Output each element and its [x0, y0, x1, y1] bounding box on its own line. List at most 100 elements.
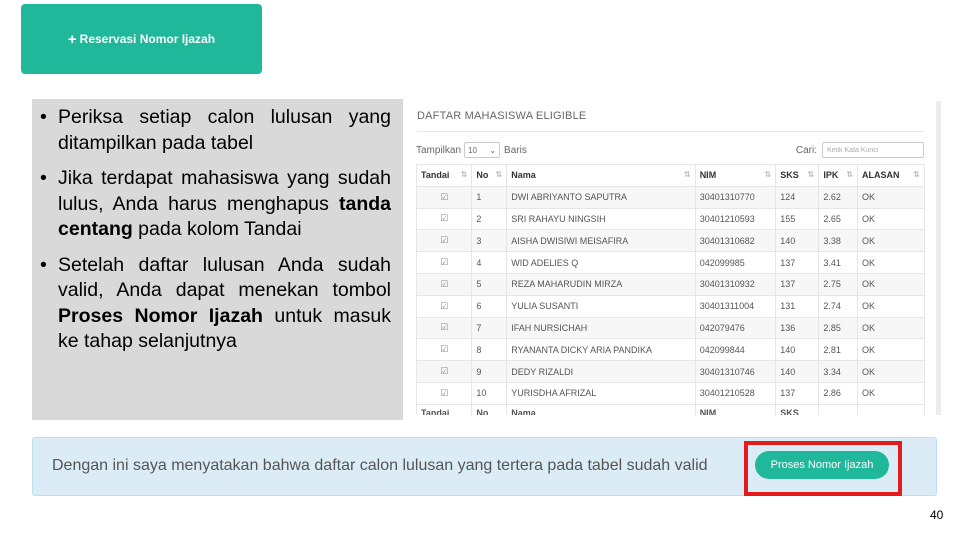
tandai-checkbox[interactable]: ☑: [415, 360, 473, 383]
column-header[interactable]: NIM ⇅: [694, 164, 777, 187]
footer-header: Nama: [506, 403, 696, 415]
panel-divider: [417, 131, 924, 132]
table-cell: 137: [775, 251, 820, 274]
note-item: Periksa setiap calon lulusan yang ditamp…: [36, 105, 391, 156]
table-cell: 137: [775, 272, 820, 296]
note-item: Setelah daftar lulusan Anda sudah valid,…: [36, 253, 391, 355]
tandai-checkbox[interactable]: ☑: [415, 272, 473, 296]
tandai-checkbox[interactable]: ☑: [415, 381, 473, 405]
table-row: ☑ 4 WID ADELIES Q 042099985 137 3.41 OK: [415, 251, 925, 274]
table-cell: 2.74: [818, 294, 859, 318]
tandai-checkbox[interactable]: ☑: [415, 316, 473, 340]
table-cell: 30401310932: [694, 272, 777, 296]
table-cell: 2.75: [818, 272, 859, 296]
table-cell: 140: [775, 229, 820, 253]
table-cell: YULIA SUSANTI: [506, 294, 696, 318]
table-cell: 140: [775, 360, 820, 383]
table-cell: IFAH NURSICHAH: [506, 316, 696, 340]
note-text: Periksa setiap calon lulusan yang ditamp…: [58, 106, 391, 154]
table-row: ☑ 8 RYANANTA DICKY ARIA PANDIKA 042099844 14…: [415, 338, 925, 362]
table-cell: OK: [857, 272, 925, 296]
footer-header: [857, 403, 925, 415]
table-cell: DEDY RIZALDI: [506, 360, 696, 383]
plus-icon: +: [67, 30, 77, 48]
note-emphasis: Proses Nomor Ijazah: [58, 304, 263, 327]
reservasi-nomor-ijazah-button[interactable]: + Reservasi Nomor Ijazah: [21, 4, 262, 74]
table-cell: 3.34: [818, 360, 859, 383]
table-cell: 30401210593: [694, 207, 777, 231]
tandai-checkbox[interactable]: ☑: [415, 229, 473, 253]
note-item: Jika terdapat mahasiswa yang sudah lulus…: [36, 166, 391, 243]
table-row: ☑ 5 REZA MAHARUDIN MIRZA 30401310932 137 2.75…: [415, 272, 925, 296]
column-header[interactable]: No ⇅: [471, 164, 508, 187]
tandai-checkbox[interactable]: ☑: [415, 185, 473, 209]
table-row: ☑ 1 DWI ABRIYANTO SAPUTRA 30401310770 124 2.6…: [415, 185, 925, 209]
sort-icon: ⇅: [683, 170, 691, 180]
table-cell: WID ADELIES Q: [506, 251, 696, 274]
table-cell: 2: [471, 207, 508, 231]
note-text: pada kolom Tandai: [132, 218, 302, 240]
column-header[interactable]: IPK ⇅: [818, 164, 859, 187]
tandai-checkbox[interactable]: ☑: [415, 294, 473, 318]
table-cell: 10: [471, 381, 508, 405]
table-footer-row: Tandai No Nama NIM SKS: [415, 403, 925, 415]
table-cell: 6: [471, 294, 508, 318]
table-cell: 155: [775, 207, 820, 231]
table-cell: 9: [471, 360, 508, 383]
table-cell: 4: [471, 251, 508, 274]
table-cell: 3.41: [818, 251, 859, 274]
table-cell: 30401311004: [694, 294, 777, 318]
table-cell: OK: [857, 207, 925, 231]
confirmation-text: Dengan ini saya menyatakan bahwa daftar …: [52, 457, 708, 474]
table-cell: 136: [775, 316, 820, 340]
table-cell: YURISDHA AFRIZAL: [506, 381, 696, 405]
chevron-down-icon: ⌄: [489, 145, 497, 155]
table-cell: 30401310746: [694, 360, 777, 383]
footer-header: Tandai: [415, 403, 473, 415]
column-header-label: Nama: [511, 170, 536, 181]
show-label: Tampilkan: [416, 144, 462, 156]
notes-list: Periksa setiap calon lulusan yang ditamp…: [36, 105, 391, 355]
table-cell: 8: [471, 338, 508, 362]
sort-icon: ⇅: [764, 170, 772, 180]
column-header[interactable]: Nama ⇅: [506, 164, 696, 187]
sort-icon: ⇅: [913, 170, 920, 180]
column-header[interactable]: ALASAN ⇅: [857, 164, 925, 187]
column-header[interactable]: Tandai ⇅: [415, 164, 473, 187]
table-cell: OK: [857, 381, 925, 405]
table-cell: 2.62: [818, 185, 859, 209]
table-cell: 124: [775, 185, 820, 209]
table-row: ☑ 2 SRI RAHAYU NINGSIH 30401210593 155 2.65 OK: [415, 207, 925, 231]
page-size-value: 10: [468, 145, 477, 155]
footer-header: NIM: [694, 403, 777, 415]
sort-icon: ⇅: [460, 170, 468, 180]
table-cell: 042079476: [694, 316, 777, 340]
tandai-checkbox[interactable]: ☑: [415, 251, 473, 274]
sort-icon: ⇅: [807, 170, 815, 180]
table-cell: OK: [857, 229, 925, 253]
footer-header: SKS: [775, 403, 820, 415]
table-cell: 30401310770: [694, 185, 777, 209]
table-cell: REZA MAHARUDIN MIRZA: [506, 272, 696, 296]
tandai-checkbox[interactable]: ☑: [415, 207, 473, 231]
table-cell: OK: [857, 185, 925, 209]
column-header[interactable]: SKS ⇅: [775, 164, 820, 187]
eligible-students-panel: DAFTAR MAHASISWA ELIGIBLE Tampilkan 10 ⌄…: [406, 101, 941, 415]
table-cell: OK: [857, 294, 925, 318]
table-cell: 30401210528: [694, 381, 777, 405]
page-size-select[interactable]: 10 ⌄: [464, 142, 501, 158]
table-cell: 042099985: [694, 251, 777, 274]
panel-title: DAFTAR MAHASISWA ELIGIBLE: [417, 110, 587, 122]
footer-header: No: [471, 403, 508, 415]
proses-nomor-ijazah-button[interactable]: Proses Nomor Ijazah: [755, 451, 889, 479]
table-cell: 1: [471, 185, 508, 209]
tandai-checkbox[interactable]: ☑: [415, 338, 473, 362]
column-header-label: NIM: [699, 170, 717, 181]
table-cell: 30401310682: [694, 229, 777, 253]
search-input[interactable]: [822, 142, 924, 158]
table-row: ☑ 9 DEDY RIZALDI 30401310746 140 3.34 OK: [415, 360, 925, 383]
table-cell: 137: [775, 381, 820, 405]
table-cell: OK: [857, 251, 925, 274]
page-number: 40: [930, 508, 944, 522]
table-cell: 2.85: [818, 316, 859, 340]
